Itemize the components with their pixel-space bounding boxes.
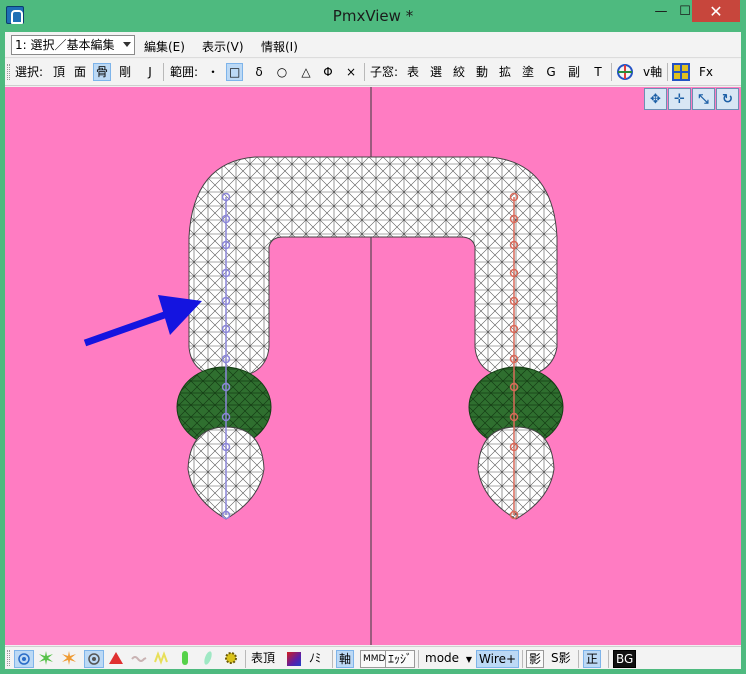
menu-bar: 1: 選択／基本編集 編集(E) 表示(V) 情報(I) bbox=[5, 32, 741, 58]
toolbar-separator bbox=[163, 63, 164, 81]
wave-button[interactable] bbox=[131, 650, 147, 668]
menu-view[interactable]: 表示(V) bbox=[202, 38, 244, 55]
range-point-button[interactable]: ・ bbox=[205, 63, 221, 81]
fx-grid-button[interactable] bbox=[672, 63, 690, 81]
app-window: PmxView * — ☐ ✕ 1: 選択／基本編集 編集(E) 表示(V) 情… bbox=[0, 0, 746, 674]
range-triangle-button[interactable]: △ bbox=[298, 63, 314, 81]
background-button[interactable]: BG bbox=[613, 650, 637, 668]
yellow-gear-button[interactable] bbox=[223, 650, 239, 668]
teal-leaf-button[interactable] bbox=[200, 650, 216, 668]
toolbar-separator bbox=[418, 650, 419, 668]
scene-canvas[interactable] bbox=[5, 87, 741, 645]
viewport-nav-icons: ✥ ✛ ⤡ ↻ bbox=[644, 88, 739, 110]
vertex-select-button[interactable] bbox=[14, 650, 34, 668]
child-scale-button[interactable]: 拡 bbox=[497, 63, 513, 81]
select-bone-button[interactable]: 骨 bbox=[93, 63, 112, 81]
front-view-button[interactable]: 正 bbox=[583, 650, 602, 668]
child-paint-button[interactable]: 塗 bbox=[520, 63, 536, 81]
wave-icon bbox=[131, 656, 147, 662]
shadow-button[interactable]: 影 bbox=[526, 650, 545, 668]
grid-icon bbox=[672, 63, 690, 81]
child-window-label: 子窓: bbox=[370, 65, 399, 79]
child-move-button[interactable]: 動 bbox=[474, 63, 490, 81]
material-color-swatch[interactable] bbox=[287, 652, 301, 666]
normal-button[interactable]: ﾉﾐ bbox=[307, 650, 323, 668]
teal-leaf-icon bbox=[204, 651, 212, 665]
title-bar[interactable]: PmxView * — ☐ ✕ bbox=[0, 0, 746, 31]
range-delta-button[interactable]: δ bbox=[251, 63, 267, 81]
wireframe-plus-button[interactable]: Wire+ bbox=[476, 650, 520, 668]
move-all-icon[interactable]: ✛ bbox=[668, 88, 691, 110]
toolbar-separator bbox=[608, 650, 609, 668]
axis-gizmo-icon bbox=[617, 64, 633, 80]
yellow-zigzag-button[interactable] bbox=[154, 650, 170, 668]
bone-point-icon bbox=[88, 653, 100, 665]
toolbar-separator bbox=[332, 650, 333, 668]
render-mode-label: mode bbox=[425, 651, 460, 665]
range-phi-button[interactable]: Φ bbox=[320, 63, 336, 81]
child-select-button[interactable]: 選 bbox=[428, 63, 444, 81]
axis-gizmo-button[interactable] bbox=[616, 63, 634, 81]
toolbar-separator bbox=[522, 650, 523, 668]
green-capsule-icon bbox=[182, 651, 188, 665]
3d-viewport[interactable]: ✥ ✛ ⤡ ↻ bbox=[5, 87, 741, 645]
self-shadow-button[interactable]: S影 bbox=[549, 650, 573, 668]
rotate-icon[interactable]: ↻ bbox=[716, 88, 739, 110]
close-button[interactable]: ✕ bbox=[692, 0, 740, 22]
vertex-display-button[interactable]: 表頂 bbox=[249, 650, 277, 668]
select-joint-button[interactable]: J bbox=[142, 63, 158, 81]
child-sub-button[interactable]: 副 bbox=[566, 63, 582, 81]
green-burst-icon bbox=[39, 651, 53, 665]
orange-burst-button[interactable] bbox=[61, 650, 77, 668]
child-g-button[interactable]: G bbox=[543, 63, 559, 81]
bone-point-button[interactable] bbox=[84, 650, 104, 668]
toolbar-separator bbox=[245, 650, 246, 668]
axis-display-button[interactable]: 軸 bbox=[336, 650, 355, 668]
zoom-icon[interactable]: ⤡ bbox=[692, 88, 715, 110]
main-toolbar: 選択: 頂 面 骨 剛 J 範囲: ・ □ δ ○ △ Φ × 子窓: 表 選 … bbox=[5, 59, 741, 86]
select-vertex-button[interactable]: 頂 bbox=[51, 63, 67, 81]
bottom-toolbar: 表頂 ﾉﾐ 軸 MMD ｴｯｼﾞ mode ▼ Wire+ 影 S影 正 BG bbox=[5, 646, 741, 669]
toolbar-separator bbox=[364, 63, 365, 81]
window-title: PmxView * bbox=[332, 7, 414, 25]
red-triangle-button[interactable] bbox=[108, 650, 124, 668]
child-t-button[interactable]: T bbox=[590, 63, 606, 81]
range-circle-button[interactable]: ○ bbox=[274, 63, 290, 81]
select-face-button[interactable]: 面 bbox=[72, 63, 88, 81]
green-capsule-button[interactable] bbox=[177, 650, 193, 668]
chevron-down-icon bbox=[123, 42, 131, 47]
v-axis-button[interactable]: v軸 bbox=[641, 63, 664, 81]
yellow-gear-icon bbox=[225, 652, 237, 664]
vertex-select-icon bbox=[18, 653, 30, 665]
bottom-toolbar-grip[interactable] bbox=[7, 650, 10, 666]
right-tip-mesh bbox=[477, 426, 555, 520]
red-triangle-icon bbox=[109, 652, 123, 664]
select-label: 選択: bbox=[15, 65, 44, 79]
client-area: 1: 選択／基本編集 編集(E) 表示(V) 情報(I) 選択: 頂 面 骨 剛… bbox=[5, 32, 741, 669]
child-filter-button[interactable]: 絞 bbox=[451, 63, 467, 81]
toolbar-separator bbox=[578, 650, 579, 668]
edit-mode-select-value: 1: 選択／基本編集 bbox=[15, 38, 115, 52]
edit-mode-select[interactable]: 1: 選択／基本編集 bbox=[11, 35, 135, 55]
blue-annotation-arrow-icon bbox=[83, 295, 202, 347]
toolbar-separator bbox=[667, 63, 668, 81]
toolbar-grip[interactable] bbox=[7, 64, 10, 80]
range-rect-button[interactable]: □ bbox=[226, 63, 244, 81]
orange-burst-icon bbox=[62, 651, 76, 665]
menu-info[interactable]: 情報(I) bbox=[261, 38, 298, 55]
chevron-down-icon: ▼ bbox=[465, 655, 473, 664]
model-mesh-arch bbox=[188, 156, 558, 378]
range-clear-button[interactable]: × bbox=[343, 63, 359, 81]
select-rigid-button[interactable]: 剛 bbox=[117, 63, 133, 81]
range-label: 範囲: bbox=[170, 65, 199, 79]
yellow-zigzag-icon bbox=[154, 651, 168, 665]
edge-button[interactable]: ｴｯｼﾞ bbox=[385, 650, 416, 668]
green-burst-button[interactable] bbox=[38, 650, 54, 668]
toolbar-separator bbox=[611, 63, 612, 81]
move-xy-icon[interactable]: ✥ bbox=[644, 88, 667, 110]
child-table-button[interactable]: 表 bbox=[405, 63, 421, 81]
fx-button[interactable]: Fx bbox=[697, 63, 715, 81]
render-mode-dropdown[interactable]: mode ▼ bbox=[423, 650, 474, 668]
menu-edit[interactable]: 編集(E) bbox=[144, 38, 185, 55]
